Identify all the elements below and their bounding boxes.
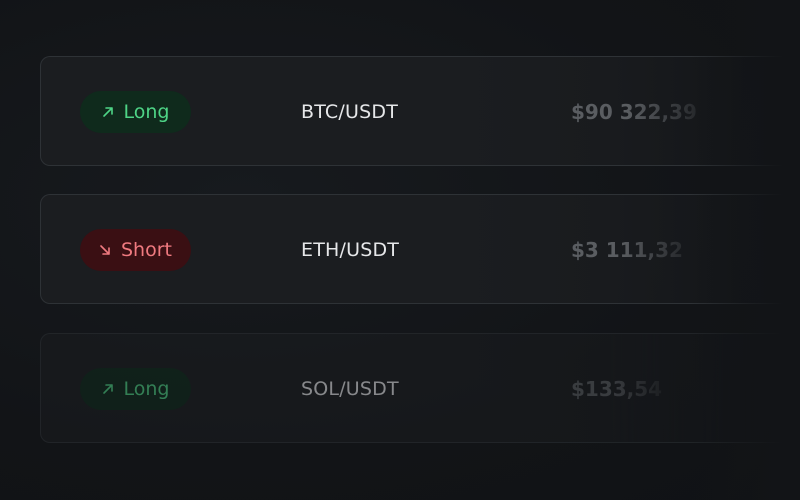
price-value: $133,54 xyxy=(571,377,663,401)
direction-label: Short xyxy=(121,239,172,261)
direction-badge-short: Short xyxy=(80,229,191,271)
trading-pair: ETH/USDT xyxy=(301,239,400,261)
arrow-down-right-icon xyxy=(99,244,111,256)
direction-label: Long xyxy=(123,378,170,400)
price-value: $3 111,32 xyxy=(571,238,683,262)
position-row-sol[interactable]: Long SOL/USDT $133,54 xyxy=(40,333,800,443)
position-row-eth[interactable]: Short ETH/USDT $3 111,32 xyxy=(40,194,800,304)
trading-pair: BTC/USDT xyxy=(301,101,398,123)
price-value: $90 322,39 xyxy=(571,100,697,124)
direction-badge-long: Long xyxy=(80,91,191,133)
arrow-up-right-icon xyxy=(102,106,114,118)
arrow-up-right-icon xyxy=(102,383,114,395)
direction-label: Long xyxy=(123,101,170,123)
direction-badge-long: Long xyxy=(80,368,191,410)
trading-pair: SOL/USDT xyxy=(301,378,399,400)
positions-panel: Long BTC/USDT $90 322,39 Short ETH/USDT … xyxy=(0,0,800,500)
position-row-btc[interactable]: Long BTC/USDT $90 322,39 xyxy=(40,56,800,166)
